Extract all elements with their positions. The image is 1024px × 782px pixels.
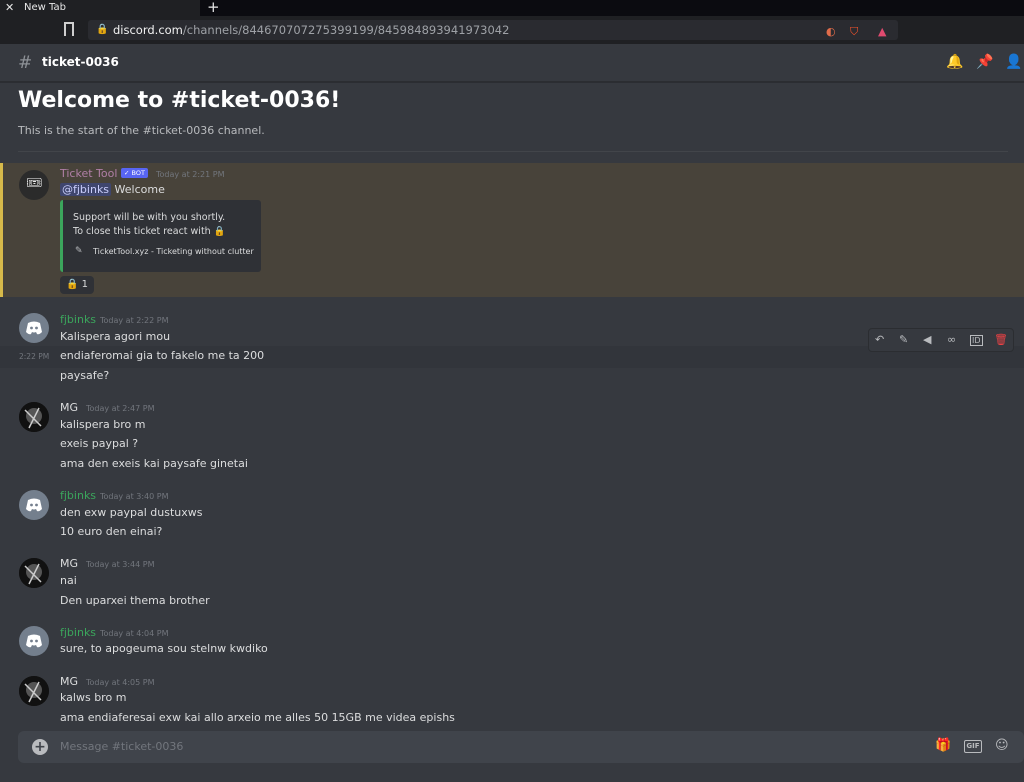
- ticket-icon: 🎟: [26, 176, 43, 191]
- browser-tab[interactable]: ✕ New Tab: [0, 0, 200, 16]
- message-actions-toolbar: ↶ ✎ ◀ ∞ ID 🗑: [868, 328, 1014, 352]
- url-field[interactable]: 🔒 discord.com/channels/84467070727539919…: [88, 20, 898, 40]
- fjbinks-avatar[interactable]: [19, 626, 49, 656]
- tag-icon[interactable]: ◀: [923, 333, 931, 346]
- lock-emoji: 🔒: [66, 279, 79, 290]
- divider: [18, 151, 1008, 152]
- message-author[interactable]: fjbinks: [60, 626, 96, 639]
- message-line: kalispera bro m: [60, 418, 146, 431]
- browser-tab-bar: ✕ New Tab +: [0, 0, 1024, 16]
- notification-bell-icon[interactable]: 🔔: [946, 54, 963, 70]
- channel-name: ticket-0036: [42, 55, 119, 69]
- message-line: endiaferomai gia to fakelo me ta 200: [60, 349, 265, 362]
- close-tab-icon[interactable]: ✕: [5, 1, 14, 15]
- message-timestamp: Today at 2:21 PM: [156, 170, 225, 179]
- message-timestamp: Today at 2:47 PM: [86, 404, 155, 413]
- gif-button[interactable]: GIF: [964, 740, 982, 753]
- message-line: ama den exeis kai paysafe ginetai: [60, 457, 248, 470]
- message-timestamp: Today at 3:40 PM: [100, 492, 169, 501]
- message-timestamp: Today at 4:05 PM: [86, 678, 155, 687]
- brave-rewards-icon[interactable]: ▲: [878, 22, 886, 42]
- reaction-lock[interactable]: 🔒 1: [60, 276, 94, 294]
- gift-icon[interactable]: 🎁: [935, 738, 951, 753]
- copy-id-icon[interactable]: ID: [970, 335, 983, 346]
- url-path: /channels/844670707275399199/84598489394…: [182, 23, 510, 37]
- link-icon[interactable]: ∞: [947, 333, 956, 346]
- embed-line-1: Support will be with you shortly.: [73, 212, 226, 223]
- brave-shield-icon[interactable]: ⛉: [850, 22, 858, 42]
- ticket-tool-avatar[interactable]: 🎟: [19, 170, 49, 200]
- embed-footer: TicketTool.xyz - Ticketing without clutt…: [93, 247, 254, 256]
- message-line: paysafe?: [60, 369, 110, 382]
- message-input[interactable]: Message #ticket-0036: [60, 740, 183, 753]
- channel-header: # ticket-0036 🔔 📌 👤: [0, 44, 1024, 82]
- mg-avatar[interactable]: [19, 402, 49, 432]
- edit-icon[interactable]: ✎: [899, 333, 908, 346]
- reply-icon[interactable]: ↶: [875, 333, 884, 346]
- message-line: Den uparxei thema brother: [60, 594, 210, 607]
- message-line: kalws bro m: [60, 691, 127, 704]
- message-timestamp: Today at 3:44 PM: [86, 560, 155, 569]
- message-timestamp: Today at 4:04 PM: [100, 629, 169, 638]
- fjbinks-avatar[interactable]: [19, 490, 49, 520]
- reaction-count: 1: [81, 279, 89, 290]
- message-timestamp: Today at 2:22 PM: [100, 316, 169, 325]
- message-line: sure, to apogeuma sou stelnw kwdiko: [60, 642, 268, 655]
- message-line: 10 euro den einai?: [60, 525, 163, 538]
- channel-hash-icon: #: [18, 53, 33, 73]
- new-tab-button[interactable]: +: [207, 0, 220, 16]
- hover-timestamp: 2:22 PM: [19, 352, 50, 361]
- message-author[interactable]: fjbinks: [60, 313, 96, 326]
- url-host: discord.com: [113, 23, 183, 37]
- message-line: exeis paypal ?: [60, 437, 139, 450]
- message-composer[interactable]: + Message #ticket-0036 🎁 GIF ☺: [18, 731, 1024, 763]
- message-author[interactable]: fjbinks: [60, 489, 96, 502]
- embed-footer-icon: ✎: [75, 246, 83, 256]
- welcome-title: Welcome to #ticket-0036!: [18, 88, 341, 113]
- mg-avatar[interactable]: [19, 558, 49, 588]
- message-text: Welcome: [114, 183, 165, 196]
- address-bar-row: 🔒 discord.com/channels/84467070727539919…: [0, 16, 1024, 44]
- message-line: den exw paypal dustuxws: [60, 506, 203, 519]
- upload-plus-icon[interactable]: +: [32, 739, 48, 755]
- message-line: ama endiaferesai exw kai allo arxeio me …: [60, 711, 455, 724]
- welcome-subtitle: This is the start of the #ticket-0036 ch…: [18, 124, 265, 137]
- message-author[interactable]: Ticket Tool: [60, 167, 117, 180]
- message-author[interactable]: MG: [60, 557, 78, 570]
- delete-icon[interactable]: 🗑: [994, 333, 1008, 346]
- mg-avatar[interactable]: [19, 676, 49, 706]
- lock-icon: 🔒: [96, 24, 109, 35]
- tab-title: New Tab: [24, 2, 66, 13]
- message-author[interactable]: MG: [60, 401, 78, 414]
- message-line: Kalispera agori mou: [60, 330, 171, 343]
- member-list-icon[interactable]: 👤: [1005, 54, 1022, 70]
- message-line: nai: [60, 574, 77, 587]
- user-mention[interactable]: @fjbinks: [60, 183, 112, 196]
- emoji-icon[interactable]: ☺: [995, 738, 1009, 753]
- embed-line-2: To close this ticket react with 🔒: [73, 226, 226, 237]
- extension-icon[interactable]: ◐: [826, 22, 836, 42]
- message-content: @fjbinks Welcome: [60, 183, 165, 196]
- bot-badge: ✓ BOT: [121, 168, 148, 178]
- message-author[interactable]: MG: [60, 675, 78, 688]
- pinned-messages-icon[interactable]: 📌: [976, 54, 993, 70]
- bookmark-icon[interactable]: [64, 22, 74, 36]
- embed: Support will be with you shortly. To clo…: [60, 200, 261, 272]
- fjbinks-avatar[interactable]: [19, 313, 49, 343]
